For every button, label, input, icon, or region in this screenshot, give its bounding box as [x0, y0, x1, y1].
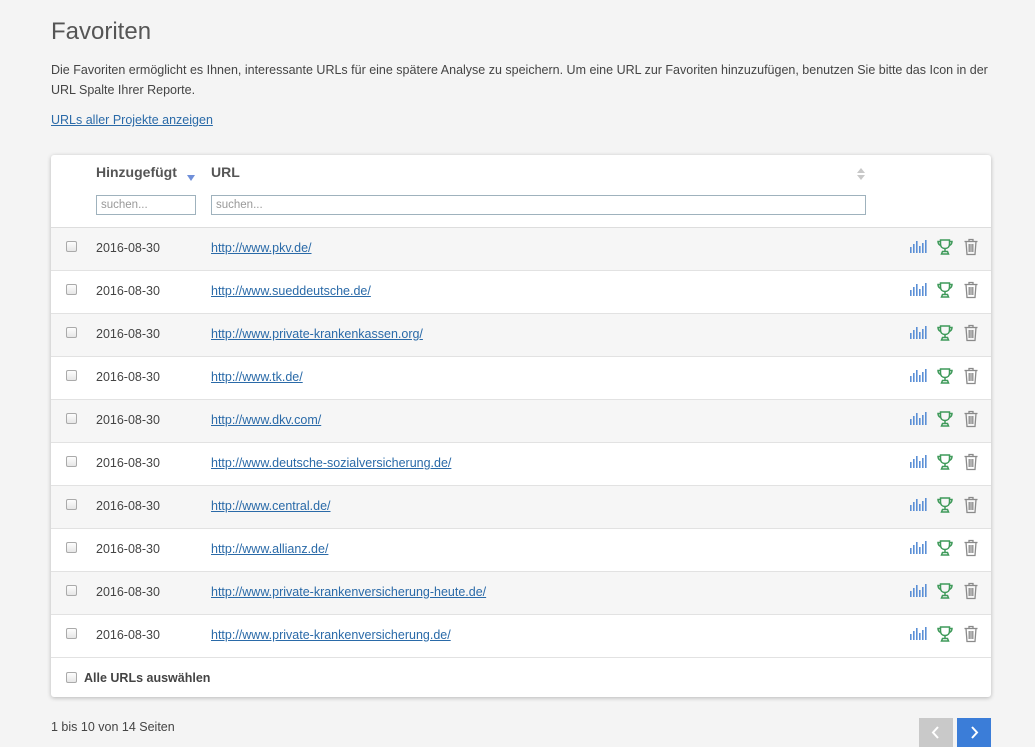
trophy-icon[interactable]: [936, 324, 956, 342]
table-footer: Alle URLs auswählen: [51, 658, 991, 697]
url-search-input[interactable]: [211, 195, 866, 215]
trophy-icon[interactable]: [936, 582, 956, 600]
table-row: 2016-08-30 http://www.private-krankenver…: [51, 615, 991, 658]
table-row: 2016-08-30 http://www.central.de/: [51, 486, 991, 529]
trophy-icon[interactable]: [936, 238, 956, 256]
row-checkbox[interactable]: [66, 585, 77, 596]
row-url-link[interactable]: http://www.central.de/: [211, 499, 331, 513]
row-url-link[interactable]: http://www.allianz.de/: [211, 542, 328, 556]
trophy-icon[interactable]: [936, 281, 956, 299]
trash-icon[interactable]: [963, 367, 983, 385]
row-url-link[interactable]: http://www.tk.de/: [211, 370, 303, 384]
trash-icon[interactable]: [963, 625, 983, 643]
select-all-label[interactable]: Alle URLs auswählen: [84, 671, 210, 685]
trophy-icon[interactable]: [936, 367, 956, 385]
chevron-left-icon: [931, 726, 939, 739]
row-checkbox[interactable]: [66, 456, 77, 467]
row-url-link[interactable]: http://www.private-krankenversicherung.d…: [211, 628, 451, 642]
trash-icon[interactable]: [963, 582, 983, 600]
trash-icon[interactable]: [963, 453, 983, 471]
row-date: 2016-08-30: [96, 327, 160, 341]
row-checkbox[interactable]: [66, 413, 77, 424]
row-checkbox[interactable]: [66, 499, 77, 510]
table-row: 2016-08-30 http://www.allianz.de/: [51, 529, 991, 572]
row-date: 2016-08-30: [96, 241, 160, 255]
trophy-icon[interactable]: [936, 410, 956, 428]
row-date: 2016-08-30: [96, 284, 160, 298]
row-date: 2016-08-30: [96, 499, 160, 513]
row-url-link[interactable]: http://www.sueddeutsche.de/: [211, 284, 371, 298]
sort-both-icon[interactable]: [857, 168, 865, 182]
row-date: 2016-08-30: [96, 585, 160, 599]
column-header-date[interactable]: Hinzugefügt: [96, 164, 177, 180]
pagination-info: 1 bis 10 von 14 Seiten: [51, 720, 175, 734]
bar-chart-icon[interactable]: [909, 281, 929, 299]
page-description: Die Favoriten ermöglicht es Ihnen, inter…: [51, 63, 988, 97]
bar-chart-icon[interactable]: [909, 324, 929, 342]
all-projects-link[interactable]: URLs aller Projekte anzeigen: [51, 113, 213, 127]
previous-page-button[interactable]: [919, 718, 953, 747]
chevron-right-icon: [971, 726, 979, 739]
table-row: 2016-08-30 http://www.private-krankenver…: [51, 572, 991, 615]
trash-icon[interactable]: [963, 410, 983, 428]
bar-chart-icon[interactable]: [909, 539, 929, 557]
trash-icon[interactable]: [963, 324, 983, 342]
row-checkbox[interactable]: [66, 284, 77, 295]
table-row: 2016-08-30 http://www.tk.de/: [51, 357, 991, 400]
trash-icon[interactable]: [963, 496, 983, 514]
row-checkbox[interactable]: [66, 628, 77, 639]
date-search-input[interactable]: [96, 195, 196, 215]
row-date: 2016-08-30: [96, 628, 160, 642]
table-row: 2016-08-30 http://www.sueddeutsche.de/: [51, 271, 991, 314]
column-header-url[interactable]: URL: [211, 164, 240, 180]
row-checkbox[interactable]: [66, 542, 77, 553]
page-title: Favoriten: [51, 18, 152, 45]
row-url-link[interactable]: http://www.private-krankenversicherung-h…: [211, 585, 486, 599]
bar-chart-icon[interactable]: [909, 238, 929, 256]
row-date: 2016-08-30: [96, 370, 160, 384]
row-date: 2016-08-30: [96, 542, 160, 556]
row-url-link[interactable]: http://www.private-krankenkassen.org/: [211, 327, 423, 341]
next-page-button[interactable]: [957, 718, 991, 747]
trash-icon[interactable]: [963, 281, 983, 299]
row-url-link[interactable]: http://www.deutsche-sozialversicherung.d…: [211, 456, 451, 470]
row-checkbox[interactable]: [66, 370, 77, 381]
trophy-icon[interactable]: [936, 539, 956, 557]
table-row: 2016-08-30 http://www.pkv.de/: [51, 228, 991, 271]
bar-chart-icon[interactable]: [909, 453, 929, 471]
trash-icon[interactable]: [963, 539, 983, 557]
trophy-icon[interactable]: [936, 625, 956, 643]
table-header: Hinzugefügt URL: [51, 155, 991, 228]
row-date: 2016-08-30: [96, 456, 160, 470]
row-date: 2016-08-30: [96, 413, 160, 427]
trash-icon[interactable]: [963, 238, 983, 256]
bar-chart-icon[interactable]: [909, 496, 929, 514]
row-url-link[interactable]: http://www.pkv.de/: [211, 241, 312, 255]
table-row: 2016-08-30 http://www.dkv.com/: [51, 400, 991, 443]
row-checkbox[interactable]: [66, 327, 77, 338]
table-row: 2016-08-30 http://www.private-krankenkas…: [51, 314, 991, 357]
bar-chart-icon[interactable]: [909, 582, 929, 600]
table-body: 2016-08-30 http://www.pkv.de/ 2016-08-30…: [51, 228, 991, 658]
row-checkbox[interactable]: [66, 241, 77, 252]
table-row: 2016-08-30 http://www.deutsche-sozialver…: [51, 443, 991, 486]
bar-chart-icon[interactable]: [909, 410, 929, 428]
trophy-icon[interactable]: [936, 496, 956, 514]
row-url-link[interactable]: http://www.dkv.com/: [211, 413, 321, 427]
bar-chart-icon[interactable]: [909, 367, 929, 385]
trophy-icon[interactable]: [936, 453, 956, 471]
sort-desc-icon[interactable]: [187, 175, 195, 181]
select-all-checkbox[interactable]: [66, 672, 77, 683]
favorites-table: Hinzugefügt URL 2016-08-30 http://www.pk…: [51, 155, 991, 697]
bar-chart-icon[interactable]: [909, 625, 929, 643]
